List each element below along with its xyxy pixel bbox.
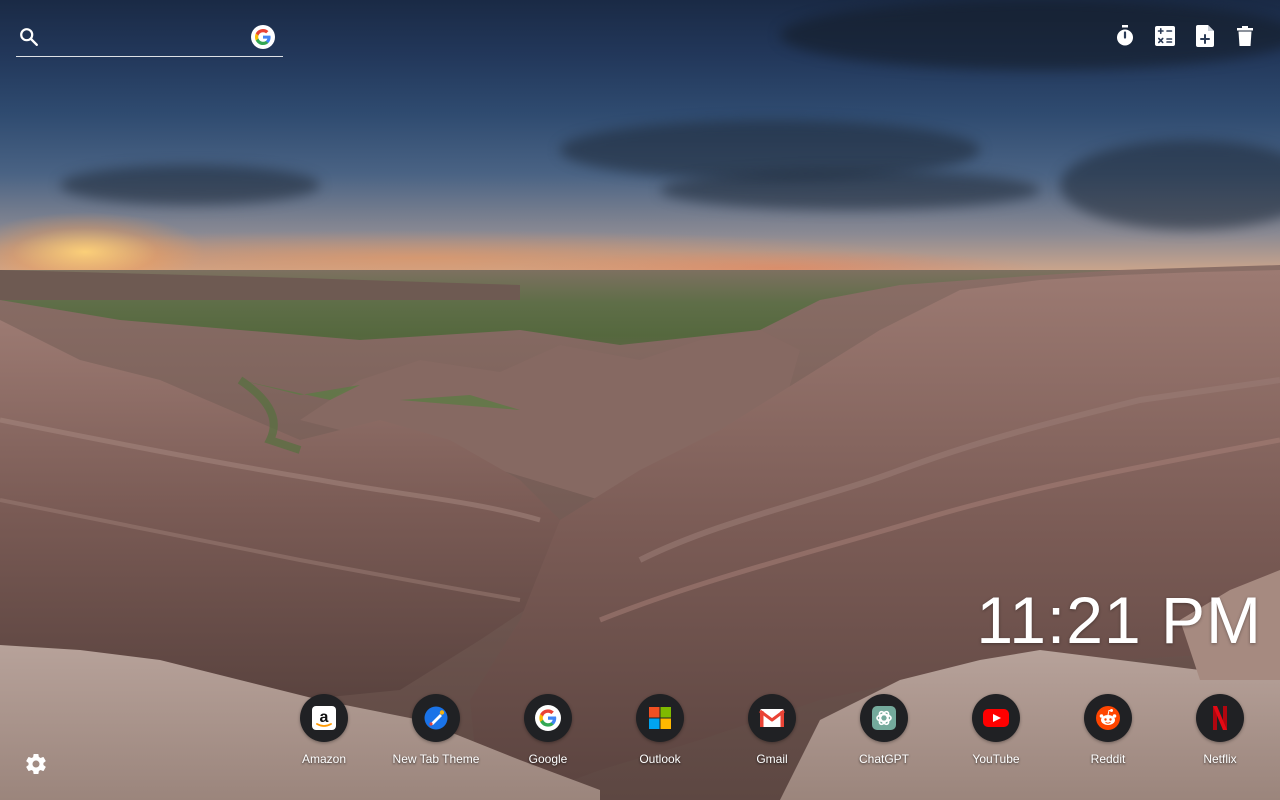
shortcut-tile	[860, 694, 908, 742]
search-icon[interactable]	[18, 26, 40, 48]
shortcut-label: ChatGPT	[858, 752, 909, 766]
shortcut-tile	[972, 694, 1020, 742]
shortcut-chatgpt[interactable]: ChatGPT	[828, 694, 940, 766]
shortcut-tile	[748, 694, 796, 742]
shortcut-amazon[interactable]: a Amazon	[268, 694, 380, 766]
shortcut-tile	[412, 694, 460, 742]
shortcut-label: New Tab Theme	[392, 752, 480, 766]
shortcut-reddit[interactable]: Reddit	[1052, 694, 1164, 766]
clock-time: 11:21 PM	[976, 583, 1262, 657]
shortcut-label: Google	[528, 752, 568, 766]
shortcut-label: Netflix	[1203, 752, 1237, 766]
trash-icon[interactable]	[1234, 24, 1256, 48]
calculator-icon[interactable]	[1154, 24, 1176, 48]
amazon-icon: a	[312, 706, 336, 730]
chatgpt-icon	[872, 706, 896, 730]
reddit-icon	[1096, 706, 1120, 730]
shortcut-label: YouTube	[972, 752, 1020, 766]
shortcut-label: Amazon	[301, 752, 347, 766]
svg-text:a: a	[320, 709, 329, 726]
settings-gear-icon[interactable]	[24, 752, 48, 776]
google-icon	[535, 705, 561, 731]
google-search-engine-icon[interactable]	[251, 25, 275, 49]
shortcut-outlook[interactable]: Outlook	[604, 694, 716, 766]
search-input[interactable]	[50, 24, 254, 52]
background-wallpaper	[0, 0, 1280, 800]
shortcut-tile	[1196, 694, 1244, 742]
shortcut-label: Gmail	[756, 752, 788, 766]
shortcut-youtube[interactable]: YouTube	[940, 694, 1052, 766]
shortcut-tile	[1084, 694, 1132, 742]
youtube-icon	[983, 709, 1009, 727]
shortcut-tile: a	[300, 694, 348, 742]
search-bar	[16, 20, 283, 57]
toolbar	[1114, 24, 1256, 48]
shortcut-gmail[interactable]: Gmail	[716, 694, 828, 766]
badlands-rocks	[0, 265, 1280, 800]
shortcut-google[interactable]: Google	[492, 694, 604, 766]
shortcut-label: Reddit	[1090, 752, 1126, 766]
shortcut-netflix[interactable]: Netflix	[1164, 694, 1276, 766]
shortcut-tile	[524, 694, 572, 742]
shortcut-label: Outlook	[639, 752, 681, 766]
gmail-icon	[759, 709, 785, 727]
new-tab-theme-icon	[424, 706, 448, 730]
outlook-icon	[649, 707, 671, 729]
shortcuts-bar: a Amazon New Tab Theme Google Outlook Gm…	[268, 694, 1276, 766]
timer-icon[interactable]	[1114, 24, 1136, 48]
new-note-icon[interactable]	[1194, 24, 1216, 48]
netflix-icon	[1213, 706, 1227, 730]
shortcut-new-tab-theme[interactable]: New Tab Theme	[380, 694, 492, 766]
shortcut-tile	[636, 694, 684, 742]
